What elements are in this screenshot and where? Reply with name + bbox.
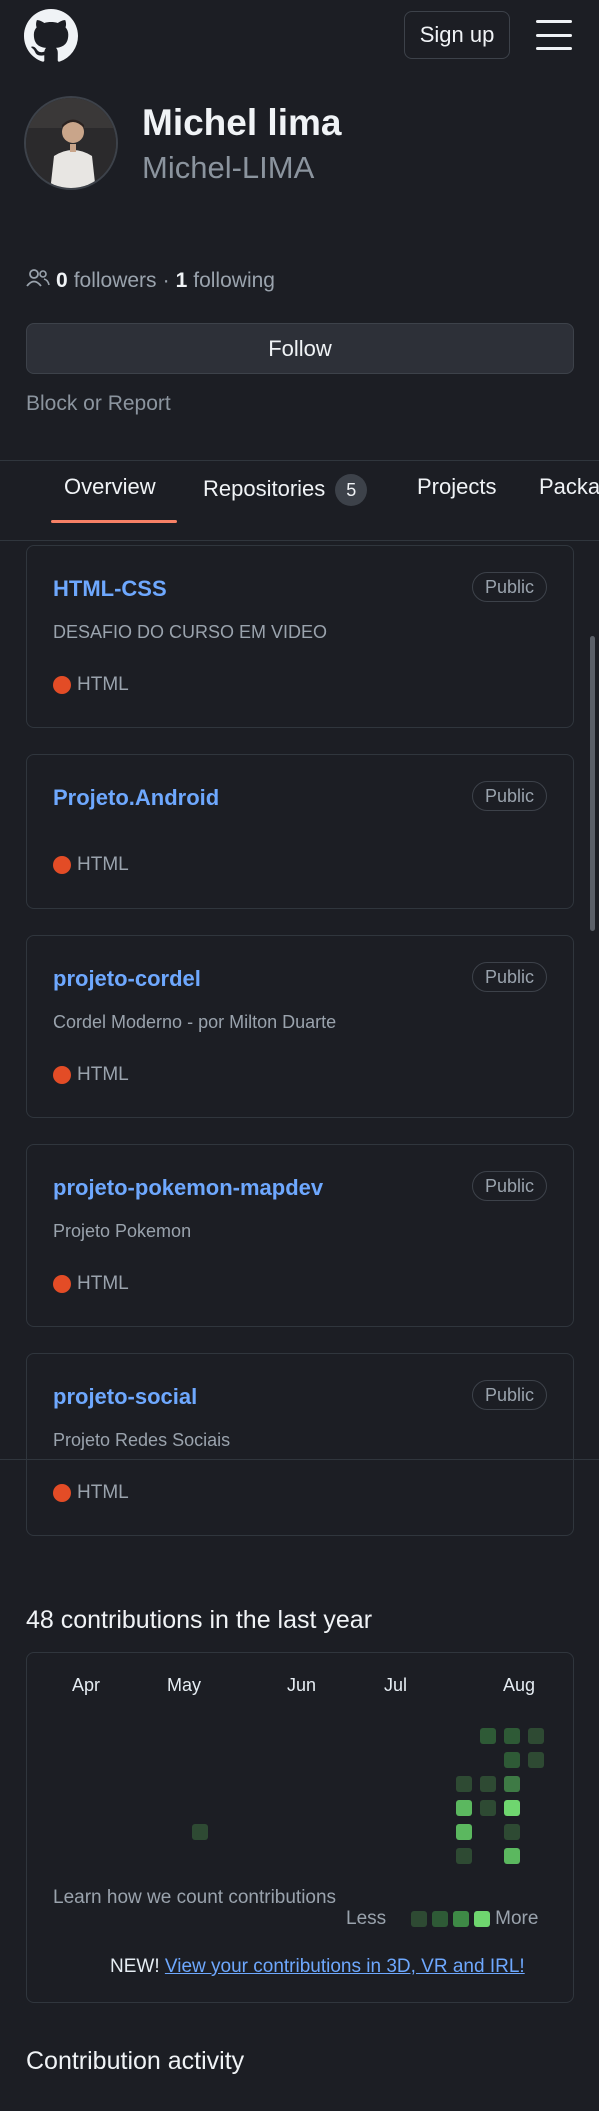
contribution-cell[interactable]: [480, 1728, 496, 1744]
contribution-cell[interactable]: [480, 1800, 496, 1816]
scroll-region-divider: [0, 1459, 599, 1460]
repo-language: HTML: [53, 1064, 129, 1086]
tab-packages[interactable]: Packa: [539, 474, 599, 500]
repo-card: projeto-social Public Projeto Redes Soci…: [26, 1353, 574, 1536]
contribution-cell[interactable]: [504, 1752, 520, 1768]
legend-level-4: [474, 1911, 491, 1927]
repo-description: Projeto Pokemon: [53, 1221, 192, 1241]
follow-button[interactable]: Follow: [26, 323, 574, 374]
contribution-cell[interactable]: [456, 1800, 472, 1816]
language-color-dot: [53, 1275, 71, 1293]
learn-contributions-link[interactable]: Learn how we count contributions: [53, 1887, 336, 1909]
visibility-badge: Public: [471, 572, 547, 602]
language-color-dot: [53, 1066, 71, 1084]
month-label: Jun: [287, 1675, 317, 1695]
contribution-cell[interactable]: [192, 1824, 208, 1840]
repo-name-link[interactable]: projeto-social: [53, 1384, 197, 1410]
contribution-cell[interactable]: [504, 1800, 520, 1816]
month-label: Aug: [503, 1675, 536, 1695]
tab-repositories-label: Repositories: [203, 475, 326, 501]
repo-language: HTML: [53, 1482, 129, 1504]
visibility-badge: Public: [471, 962, 547, 992]
active-tab-indicator: [51, 520, 177, 523]
contribution-cell[interactable]: [456, 1848, 472, 1864]
repo-card: HTML-CSS Public DESAFIO DO CURSO EM VIDE…: [26, 545, 574, 728]
repo-description: Cordel Moderno - por Milton Duarte: [53, 1012, 337, 1032]
legend-more: More: [495, 1908, 539, 1929]
month-label: Jul: [384, 1675, 408, 1695]
skyline-link[interactable]: View your contributions in 3D, VR and IR…: [165, 1956, 525, 1977]
tab-repositories[interactable]: Repositories 5: [203, 474, 368, 506]
visibility-badge: Public: [471, 781, 547, 811]
block-or-report-link[interactable]: Block or Report: [26, 392, 171, 416]
repo-name-link[interactable]: projeto-pokemon-mapdev: [53, 1175, 323, 1201]
contribution-cell[interactable]: [528, 1752, 544, 1768]
repo-description: DESAFIO DO CURSO EM VIDEO: [53, 622, 328, 642]
avatar: [24, 96, 118, 190]
followers-label[interactable]: followers: [74, 269, 157, 293]
legend-less: Less: [346, 1908, 387, 1929]
contribution-legend: Less More: [346, 1908, 538, 1930]
hamburger-menu-icon[interactable]: [536, 20, 572, 50]
followers-count[interactable]: 0: [56, 269, 68, 293]
repo-name-link[interactable]: projeto-cordel: [53, 966, 201, 992]
repo-language: HTML: [53, 1273, 129, 1295]
tab-projects[interactable]: Projects: [417, 474, 496, 500]
language-color-dot: [53, 676, 71, 694]
followers-row: 0 followers · 1 following: [26, 268, 275, 294]
repo-name-link[interactable]: HTML-CSS: [53, 576, 167, 602]
people-icon: [26, 268, 50, 294]
tabs-bottom-divider: [0, 540, 599, 541]
contribution-cell[interactable]: [504, 1776, 520, 1792]
profile-username: Michel-LIMA: [142, 150, 315, 185]
separator-dot: ·: [162, 269, 170, 292]
contribution-graph-card: [26, 1652, 574, 2003]
new-feature-row: NEW! View your contributions in 3D, VR a…: [110, 1956, 525, 1978]
repo-language: HTML: [53, 674, 129, 696]
repo-language: HTML: [53, 854, 129, 876]
profile-name: Michel lima: [142, 102, 342, 143]
legend-level-2: [432, 1911, 449, 1927]
tab-overview[interactable]: Overview: [64, 474, 156, 500]
repo-name-link[interactable]: Projeto.Android: [53, 785, 219, 811]
repo-card: Projeto.Android Public HTML: [26, 754, 574, 909]
contribution-cell[interactable]: [504, 1728, 520, 1744]
month-label: May: [167, 1675, 202, 1695]
sign-up-button[interactable]: Sign up: [404, 11, 510, 59]
contribution-cell[interactable]: [528, 1728, 544, 1744]
legend-level-3: [453, 1911, 470, 1927]
contribution-cell[interactable]: [480, 1776, 496, 1792]
new-label: NEW!: [110, 1956, 160, 1977]
contributions-title: 48 contributions in the last year: [26, 1606, 373, 1634]
visibility-badge: Public: [471, 1171, 547, 1201]
contribution-cell[interactable]: [456, 1776, 472, 1792]
following-label[interactable]: following: [193, 269, 275, 293]
language-color-dot: [53, 856, 71, 874]
language-color-dot: [53, 1484, 71, 1502]
contribution-cell[interactable]: [456, 1824, 472, 1840]
repo-description: Projeto Redes Sociais: [53, 1430, 231, 1450]
repo-card: projeto-pokemon-mapdev Public Projeto Po…: [26, 1144, 574, 1327]
github-logo-icon[interactable]: [24, 9, 78, 63]
month-label: Apr: [72, 1675, 101, 1695]
repo-card: projeto-cordel Public Cordel Moderno - p…: [26, 935, 574, 1118]
tabs-top-divider: [0, 460, 599, 461]
scrollbar-thumb[interactable]: [590, 636, 595, 931]
contribution-cell[interactable]: [504, 1848, 520, 1864]
top-header: Sign up: [0, 0, 599, 70]
legend-level-1: [411, 1911, 428, 1927]
contribution-cell[interactable]: [504, 1824, 520, 1840]
contribution-activity-title: Contribution activity: [26, 2047, 245, 2075]
repositories-count-badge: 5: [335, 474, 368, 506]
following-count[interactable]: 1: [176, 269, 188, 293]
visibility-badge: Public: [471, 1380, 547, 1410]
